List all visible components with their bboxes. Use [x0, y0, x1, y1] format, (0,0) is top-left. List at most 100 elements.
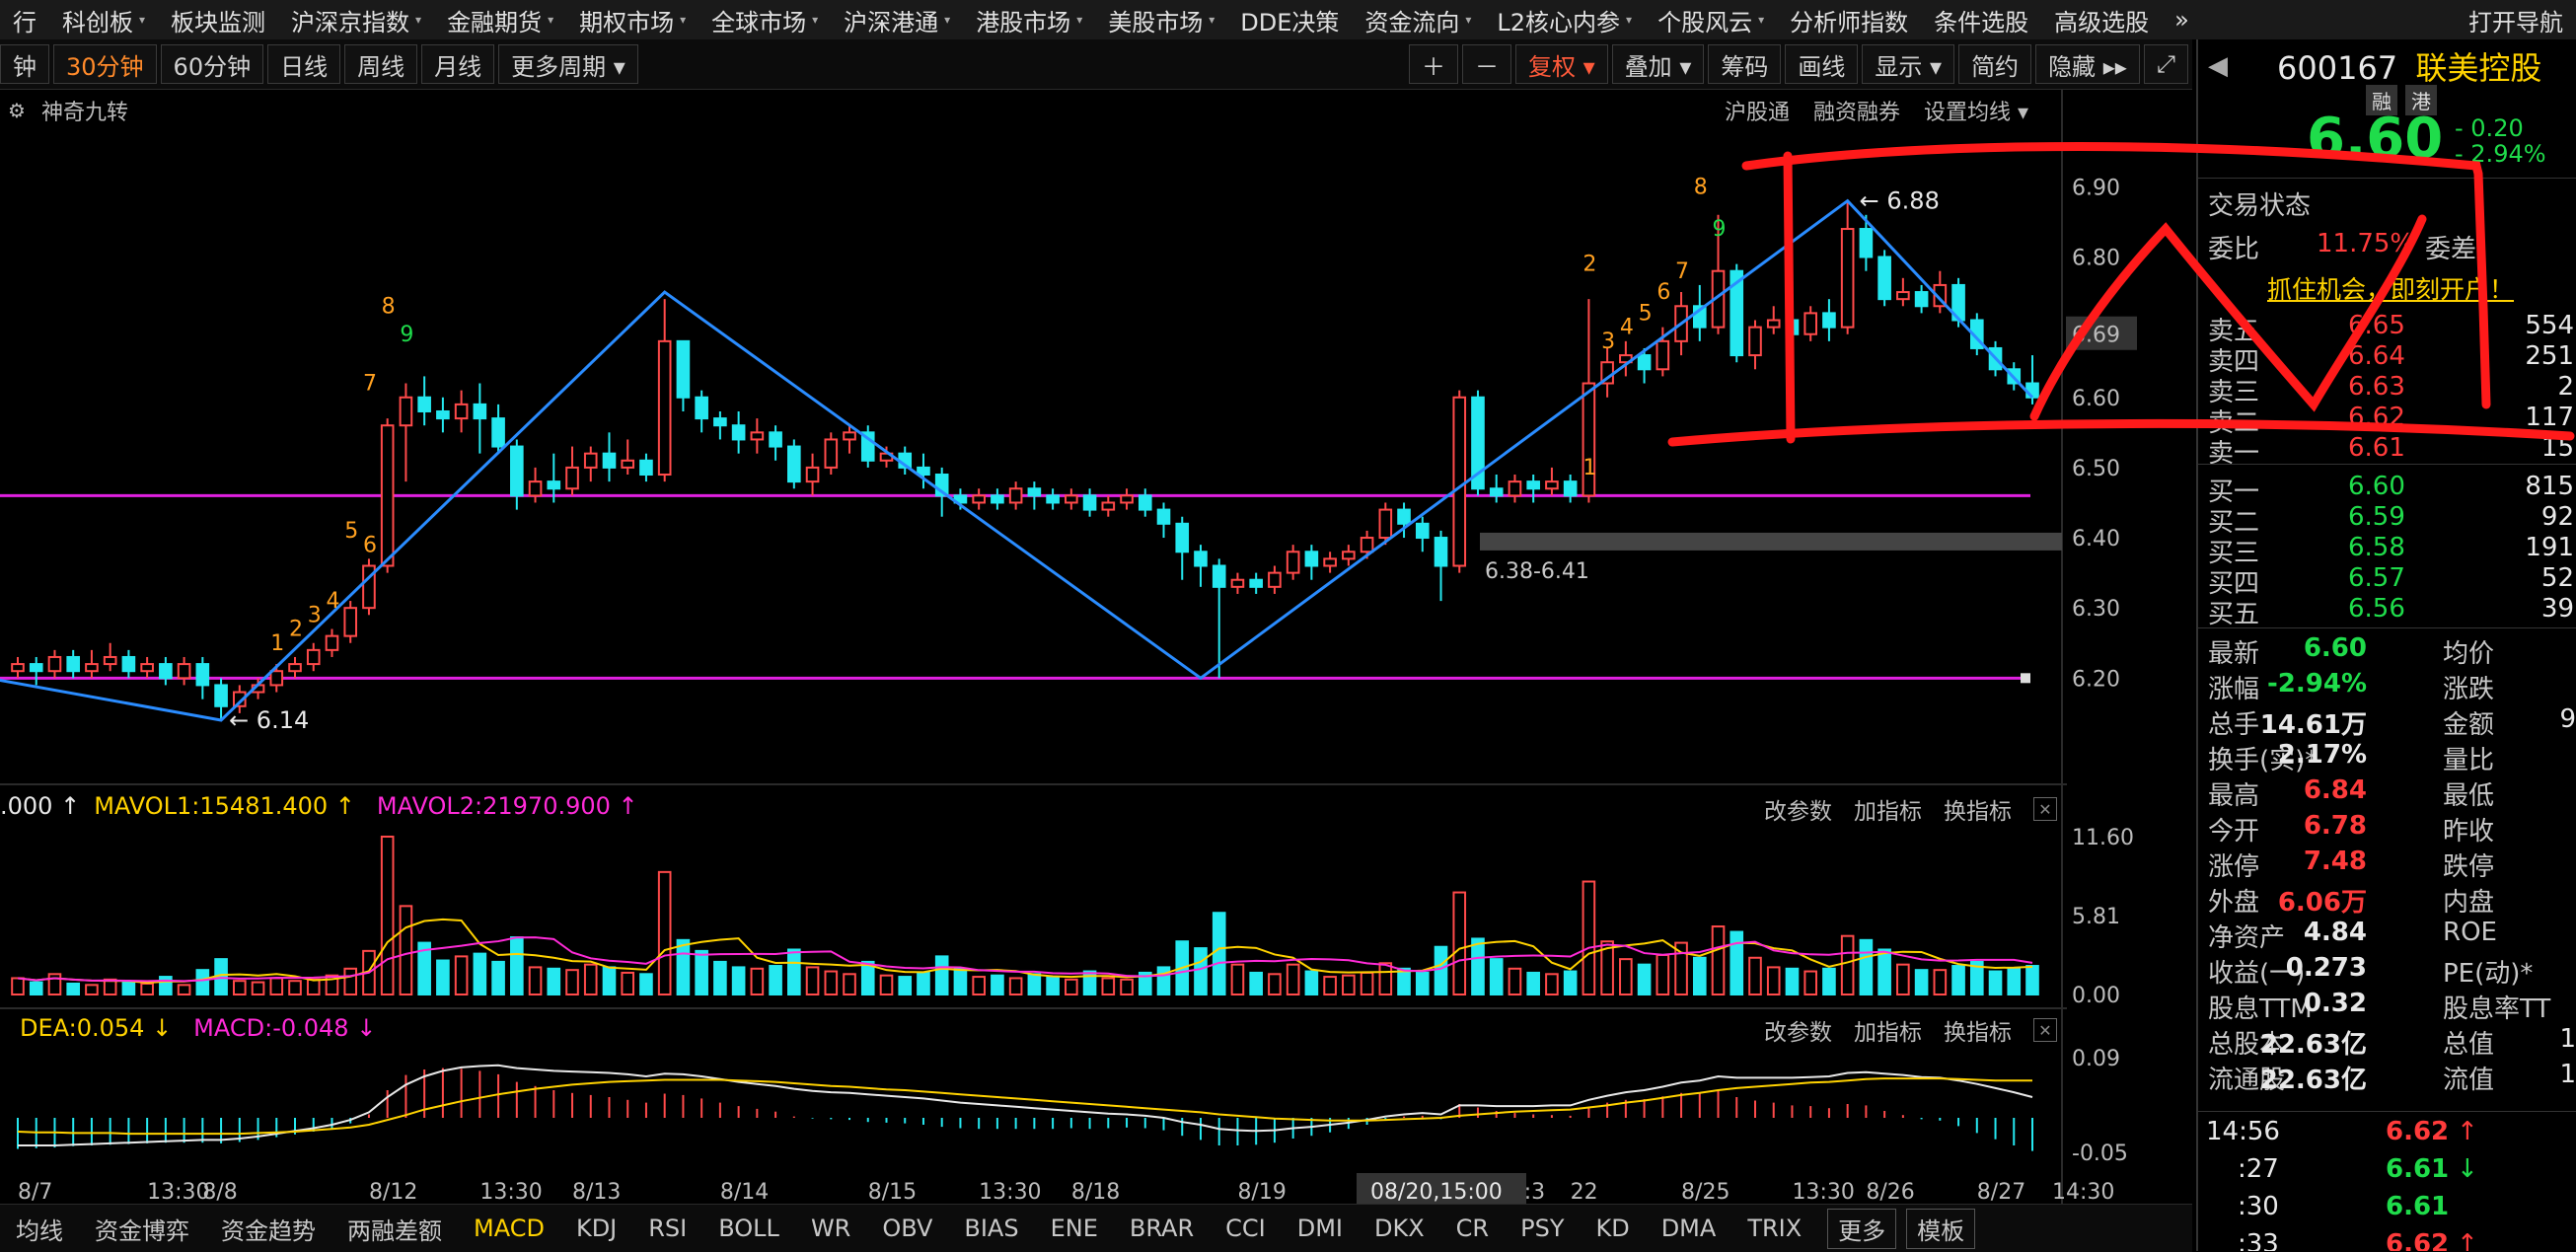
candle[interactable]: [1489, 475, 1504, 503]
candle[interactable]: [343, 601, 358, 643]
menu-item-2[interactable]: 板块监测: [158, 3, 278, 37]
candle[interactable]: [510, 439, 524, 510]
tab-9[interactable]: OBV: [866, 1215, 948, 1242]
candle[interactable]: [417, 376, 431, 426]
candle[interactable]: [639, 453, 653, 482]
menu-item-4[interactable]: 金融期货 ▾: [434, 3, 566, 37]
tab-5[interactable]: KDJ: [560, 1215, 632, 1242]
menu-item-5[interactable]: 期权市场 ▾: [566, 3, 699, 37]
tab-14[interactable]: DMI: [1282, 1215, 1359, 1242]
candle[interactable]: [1471, 390, 1485, 496]
candle[interactable]: [362, 558, 376, 616]
candle[interactable]: [972, 488, 986, 510]
candle[interactable]: [473, 383, 487, 454]
candle[interactable]: [103, 642, 117, 672]
candle[interactable]: [47, 649, 62, 679]
candle[interactable]: [565, 446, 579, 496]
candle[interactable]: [528, 467, 543, 503]
candle[interactable]: [1822, 299, 1836, 341]
candle[interactable]: [1840, 200, 1855, 334]
candle[interactable]: [195, 656, 210, 700]
candle[interactable]: [1268, 565, 1282, 594]
menu-item-14[interactable]: 分析师指数: [1777, 3, 1921, 37]
tab-3[interactable]: 两融差额: [331, 1212, 458, 1246]
panel-button-1[interactable]: 加指标: [1854, 1013, 1922, 1047]
candle[interactable]: [177, 656, 191, 686]
candle[interactable]: [1138, 488, 1152, 517]
tab-8[interactable]: WR: [795, 1215, 866, 1242]
candle[interactable]: [29, 656, 43, 686]
tab-20[interactable]: TRIX: [1731, 1215, 1817, 1242]
candle[interactable]: [1526, 475, 1540, 503]
candle[interactable]: [1452, 390, 1467, 573]
candle[interactable]: [1065, 488, 1078, 510]
tab-6[interactable]: RSI: [632, 1215, 702, 1242]
tab-11[interactable]: ENE: [1035, 1215, 1114, 1242]
back-arrow-icon[interactable]: ◀: [2208, 51, 2228, 81]
candle[interactable]: [85, 649, 99, 679]
candle[interactable]: [731, 410, 746, 454]
candle[interactable]: [1563, 475, 1578, 503]
tab-16[interactable]: CR: [1440, 1215, 1505, 1242]
candle[interactable]: [454, 390, 469, 433]
tab-0[interactable]: 均线: [0, 1212, 79, 1246]
candle[interactable]: [787, 439, 801, 489]
menu-item-15[interactable]: 条件选股: [1921, 3, 2041, 37]
tab-12[interactable]: BRAR: [1114, 1215, 1210, 1242]
candle[interactable]: [917, 453, 930, 489]
panel-button-2[interactable]: 换指标: [1944, 1013, 2012, 1047]
menu-item-8[interactable]: 港股市场 ▾: [963, 3, 1095, 37]
candle[interactable]: [583, 446, 598, 482]
tab-4[interactable]: MACD: [458, 1215, 560, 1242]
candle[interactable]: [1342, 545, 1356, 566]
candle[interactable]: [991, 488, 1004, 510]
tab-2[interactable]: 资金趋势: [205, 1212, 331, 1246]
candle[interactable]: [621, 439, 635, 476]
candle[interactable]: [325, 628, 339, 657]
panel-button-0[interactable]: 改参数: [1764, 1013, 1832, 1047]
menu-item-13[interactable]: 个股风云 ▾: [1645, 3, 1777, 37]
candle[interactable]: [1803, 306, 1818, 341]
close-icon[interactable]: ✕: [2033, 797, 2057, 821]
menu-item-17[interactable]: »: [2162, 6, 2202, 34]
candle[interactable]: [1619, 340, 1633, 377]
candle[interactable]: [380, 418, 395, 573]
menu-item-10[interactable]: DDE决策: [1227, 3, 1352, 37]
menu-item-6[interactable]: 全球市场 ▾: [699, 3, 831, 37]
candle[interactable]: [1304, 545, 1319, 580]
candle[interactable]: [1933, 270, 1948, 314]
candle[interactable]: [805, 453, 820, 496]
candle[interactable]: [491, 404, 505, 454]
tab-7[interactable]: BOLL: [702, 1215, 795, 1242]
close-icon[interactable]: ✕: [2033, 1018, 2057, 1042]
tab-13[interactable]: CCI: [1210, 1215, 1282, 1242]
candle[interactable]: [1286, 545, 1300, 580]
tab-1[interactable]: 资金博弈: [79, 1212, 205, 1246]
candle[interactable]: [602, 432, 617, 482]
candle[interactable]: [657, 299, 672, 482]
menu-item-16[interactable]: 高级选股: [2041, 3, 2162, 37]
panel-button-0[interactable]: 改参数: [1764, 792, 1832, 826]
panel-button-2[interactable]: 换指标: [1944, 792, 2012, 826]
candle[interactable]: [1545, 467, 1559, 496]
panel-button-1[interactable]: 加指标: [1854, 792, 1922, 826]
line-handle[interactable]: [2021, 673, 2030, 684]
candle[interactable]: [214, 678, 228, 720]
candle[interactable]: [1914, 284, 1929, 314]
menu-item-3[interactable]: 沪深京指数 ▾: [278, 3, 434, 37]
candle[interactable]: [750, 418, 765, 454]
candle[interactable]: [695, 390, 708, 433]
menu-item-18[interactable]: 打开导航: [2456, 3, 2576, 37]
candle[interactable]: [769, 425, 782, 461]
tab-17[interactable]: PSY: [1505, 1215, 1580, 1242]
candle[interactable]: [824, 432, 839, 476]
candle[interactable]: [1766, 306, 1781, 334]
candle[interactable]: [140, 656, 154, 679]
candle[interactable]: [1156, 502, 1171, 539]
candle[interactable]: [1194, 545, 1208, 587]
candle[interactable]: [11, 656, 25, 679]
candle[interactable]: [436, 397, 450, 433]
candle[interactable]: [121, 649, 136, 679]
candle[interactable]: [1008, 481, 1023, 510]
candle[interactable]: [860, 425, 875, 468]
